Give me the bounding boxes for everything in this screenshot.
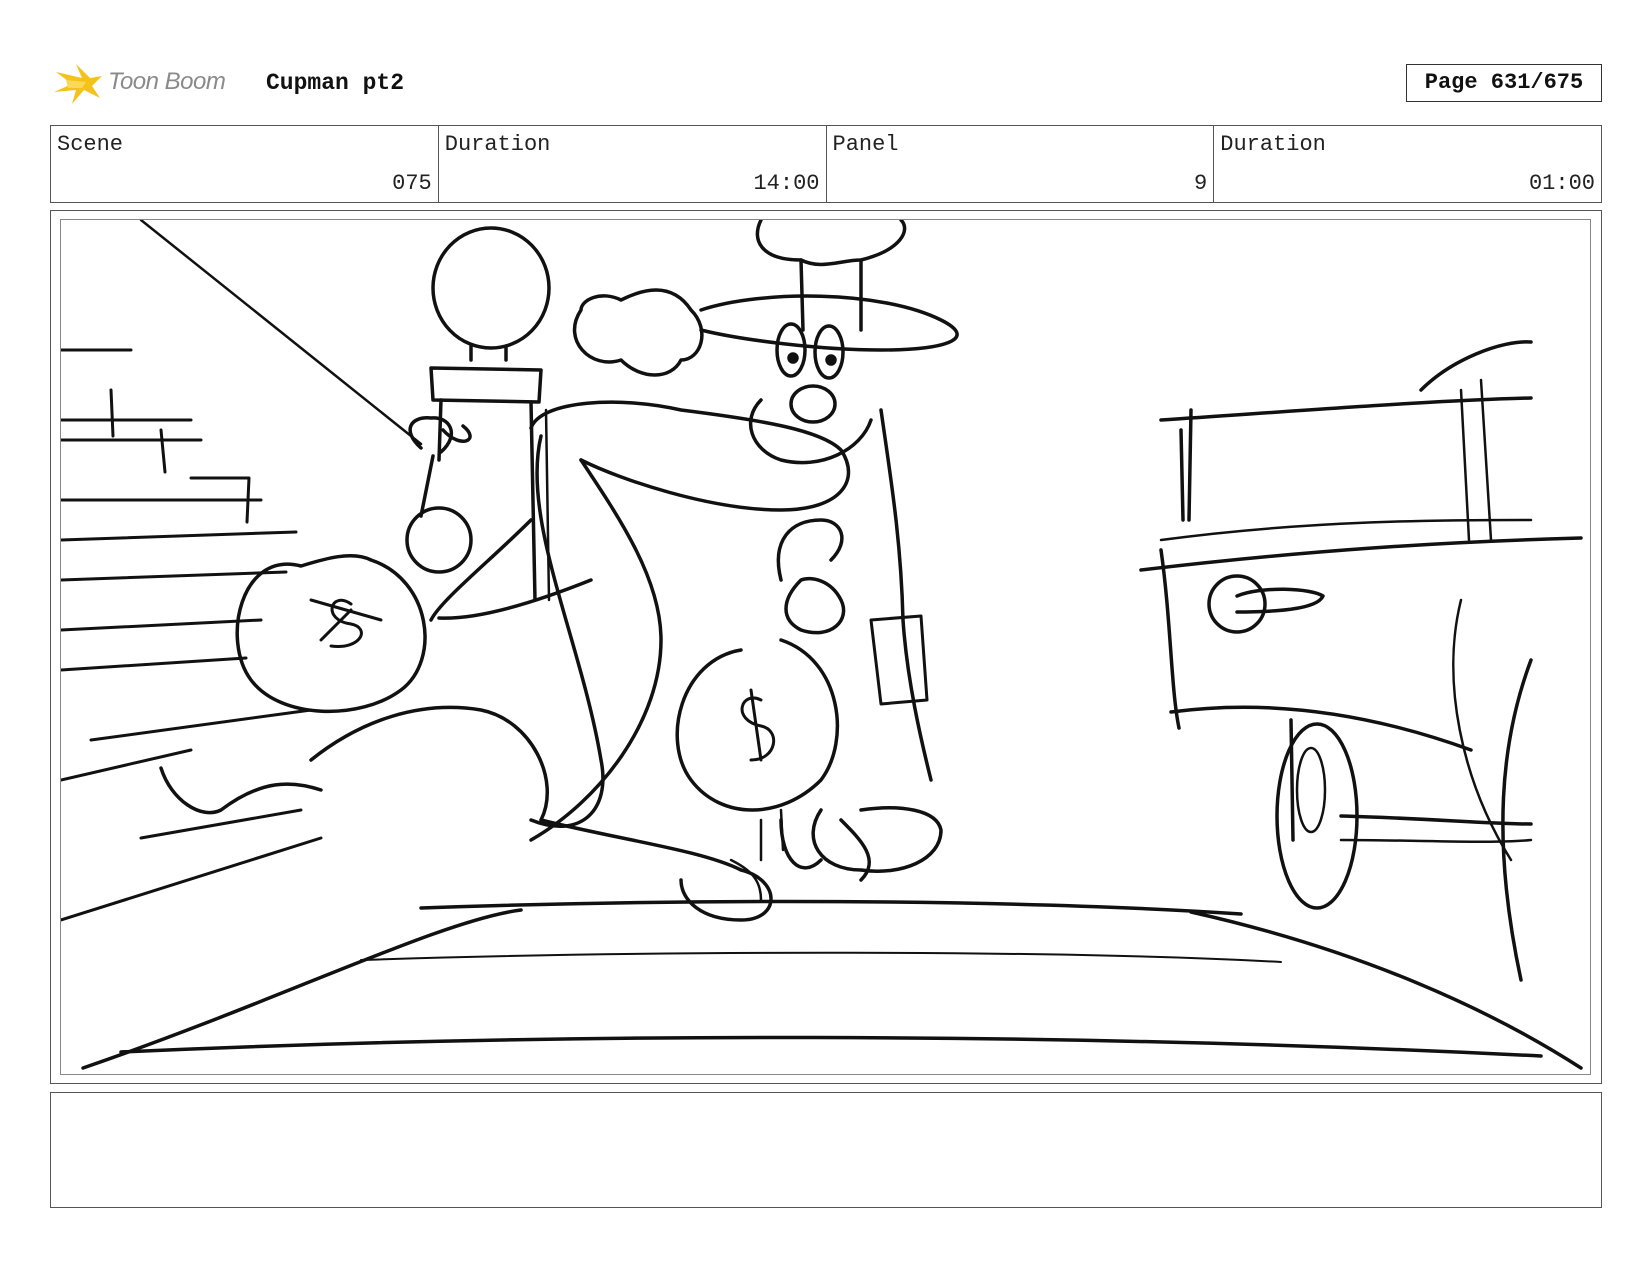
panel-duration-value: 01:00 bbox=[1528, 171, 1595, 196]
storyboard-header: Toon Boom Cupman pt2 Page 631/675 bbox=[52, 58, 1602, 104]
panel-notes-box bbox=[50, 1092, 1602, 1208]
storyboard-panel bbox=[50, 210, 1602, 1084]
logo-text: Toon Boom bbox=[108, 68, 226, 95]
street-sketch bbox=[81, 899, 1583, 1070]
toon-boom-logo: Toon Boom bbox=[52, 58, 252, 110]
cop-character-sketch bbox=[572, 220, 959, 882]
toon-boom-star-icon bbox=[54, 64, 102, 104]
panel-value: 9 bbox=[1194, 171, 1208, 196]
lamp-post-sketch bbox=[429, 226, 551, 602]
project-title: Cupman pt2 bbox=[266, 70, 405, 96]
stairs-sketch bbox=[61, 220, 423, 922]
panel-duration-cell: Duration 01:00 bbox=[1214, 126, 1601, 202]
page-indicator: Page 631/675 bbox=[1406, 64, 1602, 102]
scene-label: Scene bbox=[57, 132, 124, 157]
panel-cell: Panel 9 bbox=[827, 126, 1215, 202]
panel-duration-label: Duration bbox=[1220, 132, 1326, 157]
scene-cell: Scene 075 bbox=[51, 126, 439, 202]
scene-duration-label: Duration bbox=[444, 132, 551, 157]
scene-info-row: Scene 075 Duration 14:00 Panel 9 Duratio… bbox=[50, 125, 1602, 203]
scene-duration-value: 14:00 bbox=[753, 171, 820, 196]
panel-sketch bbox=[61, 220, 1583, 1070]
scene-duration-cell: Duration 14:00 bbox=[439, 126, 827, 202]
car-sketch bbox=[1139, 340, 1583, 982]
thief-character-sketch bbox=[159, 400, 851, 922]
panel-drawing-area bbox=[60, 219, 1591, 1075]
panel-label: Panel bbox=[832, 132, 899, 157]
scene-value: 075 bbox=[392, 171, 432, 196]
